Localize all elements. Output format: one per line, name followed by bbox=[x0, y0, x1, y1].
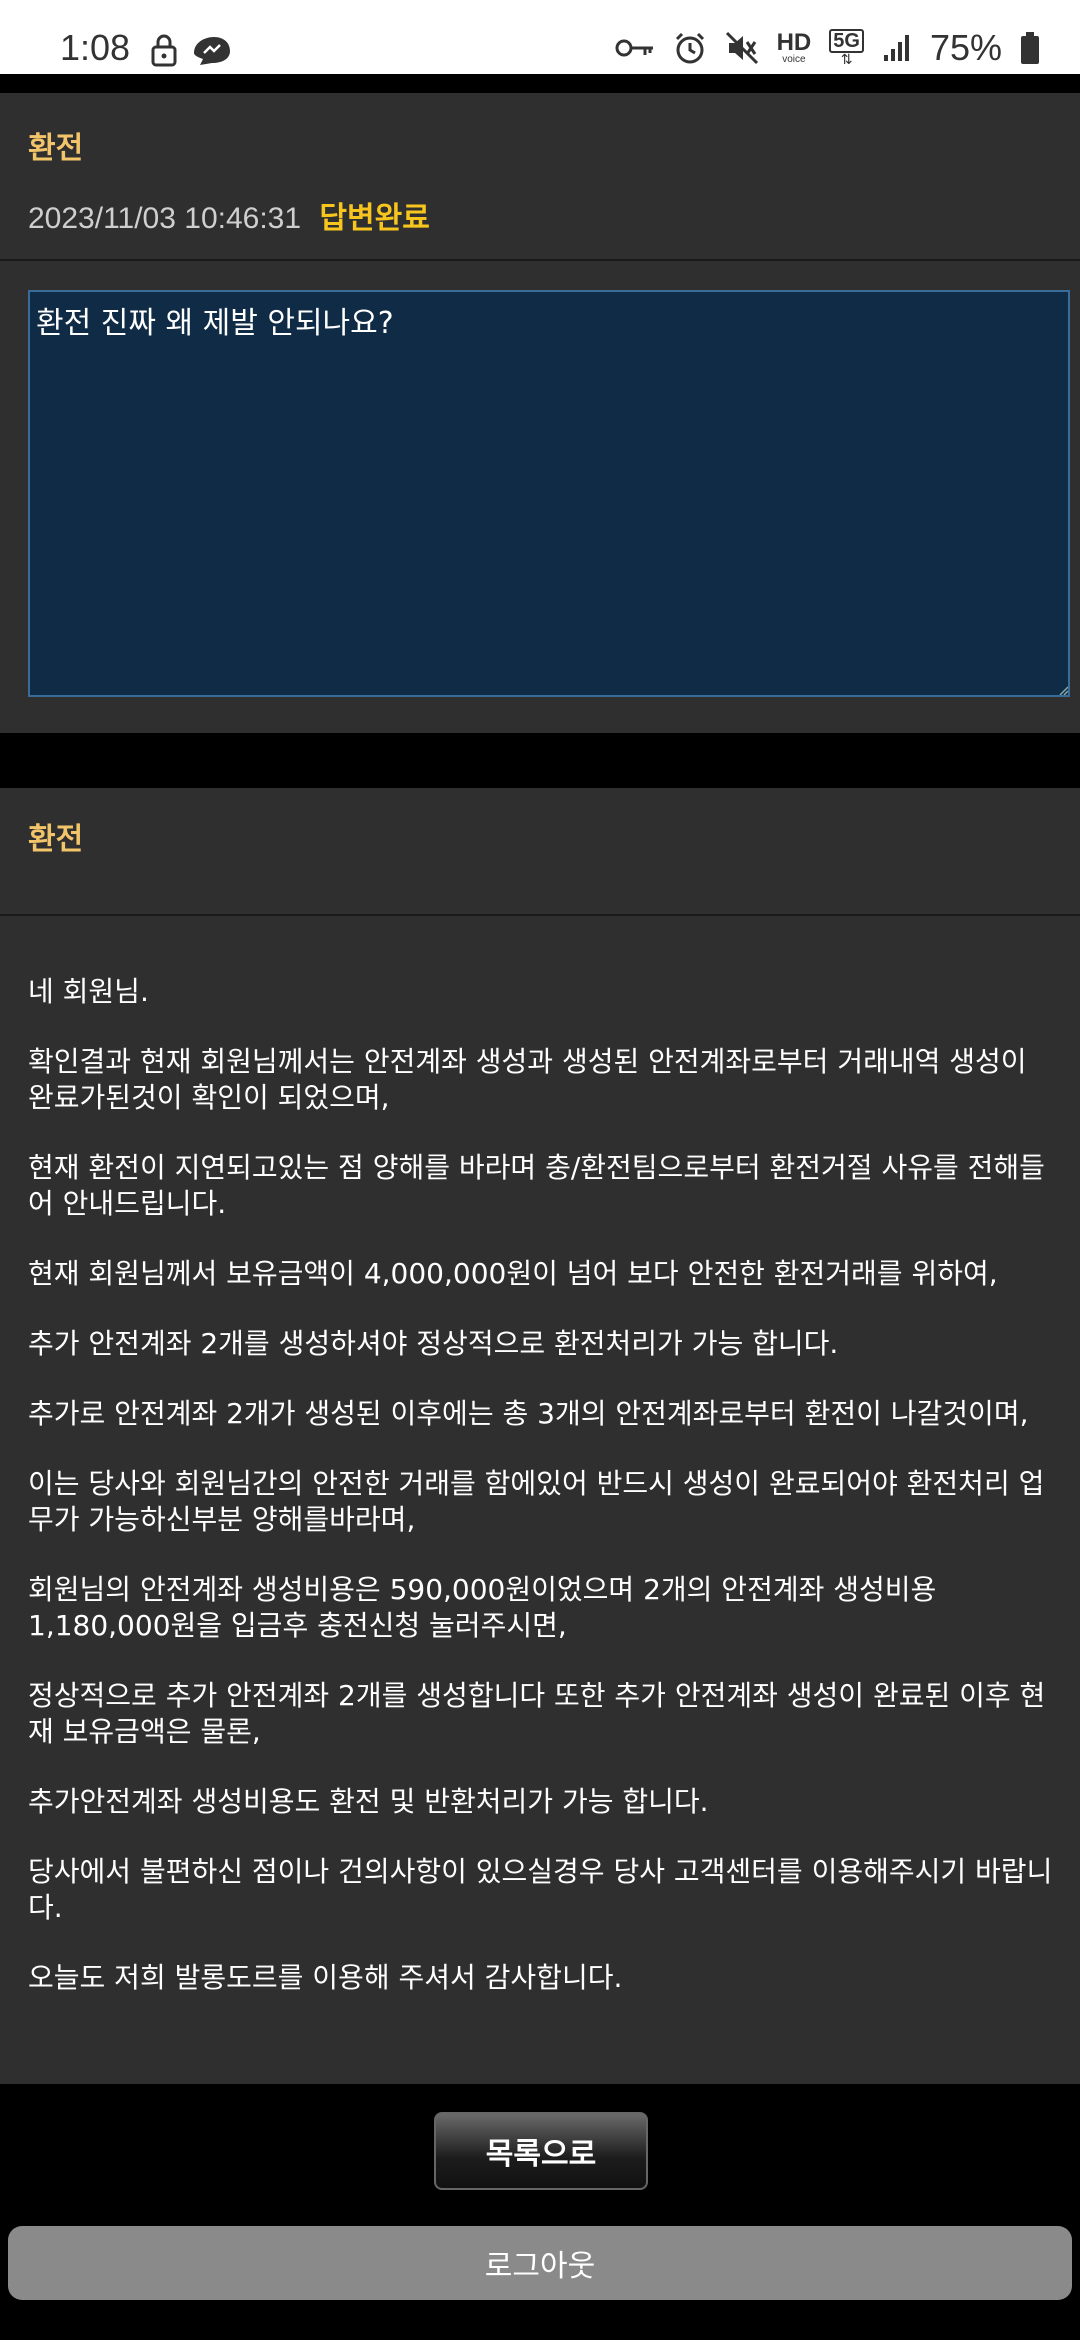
voice-label: voice bbox=[782, 54, 806, 65]
answer-paragraph: 현재 회원님께서 보유금액이 4,000,000원이 넘어 보다 안전한 환전거… bbox=[28, 1257, 998, 1290]
question-card: 환전 2023/11/03 10:46:31 답변완료 환전 진짜 왜 제발 안… bbox=[0, 93, 1080, 733]
question-meta: 2023/11/03 10:46:31 답변완료 bbox=[28, 193, 430, 237]
status-badge: 답변완료 bbox=[319, 201, 430, 236]
answer-header: 환전 bbox=[0, 788, 1080, 916]
answer-paragraph: 현재 환전이 지연되고있는 점 양해를 바라며 충/환전팀으로부터 환전거절 사… bbox=[28, 1151, 1045, 1220]
answer-title: 환전 bbox=[28, 822, 84, 857]
answer-paragraph: 정상적으로 추가 안전계좌 2개를 생성합니다 또한 추가 안전계좌 생성이 완… bbox=[28, 1679, 1046, 1748]
resize-grip-icon[interactable] bbox=[1058, 685, 1068, 695]
status-left-icons bbox=[150, 30, 234, 70]
hd-voice-icon: HD voice bbox=[777, 31, 812, 65]
answer-body: 네 회원님. 확인결과 현재 회원님께서는 안전계좌 생성과 생성된 안전계좌로… bbox=[28, 974, 1058, 2030]
signal-icon bbox=[883, 35, 909, 61]
alarm-icon bbox=[675, 32, 704, 64]
back-to-list-button[interactable]: 목록으로 bbox=[434, 2112, 648, 2190]
status-bar: 1:08 HD voice 5G ⇅ 75% bbox=[0, 0, 1080, 74]
answer-paragraph: 회원님의 안전계좌 생성비용은 590,000원이었으며 2개의 안전계좌 생성… bbox=[28, 1573, 937, 1642]
answer-paragraph: 추가로 안전계좌 2개가 생성된 이후에는 총 3개의 안전계좌로부터 환전이 … bbox=[28, 1397, 1029, 1430]
answer-card: 환전 네 회원님. 확인결과 현재 회원님께서는 안전계좌 생성과 생성된 안전… bbox=[0, 788, 1080, 2084]
answer-paragraph: 오늘도 저희 발롱도르를 이용해 주셔서 감사합니다. bbox=[28, 1961, 623, 1994]
answer-paragraph: 확인결과 현재 회원님께서는 안전계좌 생성과 생성된 안전계좌로부터 거래내역… bbox=[28, 1045, 1027, 1114]
lock-icon bbox=[151, 34, 177, 67]
battery-icon bbox=[1021, 32, 1039, 64]
answer-paragraph: 네 회원님. bbox=[28, 975, 149, 1008]
logout-button[interactable]: 로그아웃 bbox=[8, 2226, 1072, 2300]
answer-paragraph: 이는 당사와 회원님간의 안전한 거래를 함에있어 반드시 생성이 완료되어야 … bbox=[28, 1467, 1045, 1536]
battery-percent: 75% bbox=[929, 27, 1002, 68]
network-5g-icon: 5G ⇅ bbox=[829, 29, 864, 67]
status-right-icons: HD voice 5G ⇅ 75% bbox=[615, 24, 1040, 72]
question-title: 환전 bbox=[28, 131, 84, 166]
question-content-textarea[interactable]: 환전 진짜 왜 제발 안되나요? bbox=[28, 290, 1070, 697]
question-datetime: 2023/11/03 10:46:31 bbox=[28, 202, 302, 235]
status-time: 1:08 bbox=[60, 27, 131, 68]
mute-icon bbox=[725, 31, 758, 65]
data-arrows-icon: ⇅ bbox=[840, 52, 853, 68]
hd-label: HD bbox=[776, 29, 812, 56]
question-header: 환전 2023/11/03 10:46:31 답변완료 bbox=[0, 93, 1080, 261]
messenger-icon bbox=[194, 37, 230, 65]
answer-paragraph: 추가 안전계좌 2개를 생성하셔야 정상적으로 환전처리가 가능 합니다. bbox=[28, 1327, 839, 1360]
network-label: 5G bbox=[829, 29, 864, 53]
answer-paragraph: 당사에서 불편하신 점이나 건의사항이 있으실경우 당사 고객센터를 이용해주시… bbox=[28, 1855, 1053, 1924]
answer-paragraph: 추가안전계좌 생성비용도 환전 및 반환처리가 가능 합니다. bbox=[28, 1785, 709, 1818]
key-icon bbox=[615, 39, 653, 57]
